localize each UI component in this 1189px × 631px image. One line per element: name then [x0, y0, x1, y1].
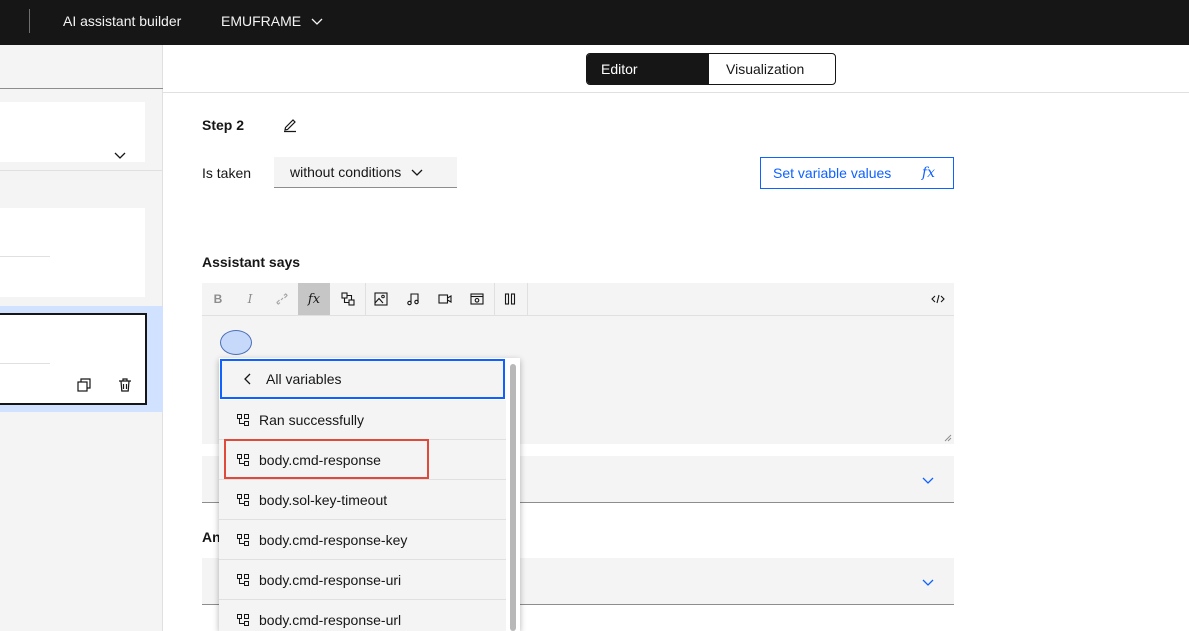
menu-item-label: body.cmd-response-uri — [259, 571, 402, 588]
workspace-switcher[interactable]: EMUFRAME — [221, 13, 323, 29]
insert-variable-button[interactable]: fx — [298, 283, 330, 315]
menu-header-label: All variables — [266, 371, 342, 387]
menu-item[interactable]: body.sol-key-timeout — [219, 480, 506, 520]
chevron-left-icon — [244, 373, 251, 385]
chevron-down-icon — [311, 18, 323, 25]
top-bar: AI assistant builder EMUFRAME — [0, 0, 1189, 45]
menu-item[interactable]: body.cmd-response-uri — [219, 560, 506, 600]
view-toggle: Editor Visualization — [586, 53, 836, 85]
video-icon — [438, 294, 452, 304]
chevron-down-icon[interactable] — [113, 148, 127, 162]
variable-icon — [237, 493, 249, 506]
panel-divider — [0, 88, 163, 89]
menu-scrollbar-thumb[interactable] — [510, 364, 516, 631]
variable-icon — [237, 573, 249, 586]
trash-icon[interactable] — [117, 377, 133, 393]
tab-visualization[interactable]: Visualization — [709, 54, 835, 84]
assistant-says-label: Assistant says — [202, 254, 301, 270]
app-title[interactable]: AI assistant builder — [63, 13, 181, 29]
menu-item-label: body.cmd-response-key — [259, 531, 408, 548]
variable-chip[interactable] — [220, 330, 252, 355]
insert-video-button[interactable] — [429, 283, 461, 315]
menu-item-label: body.cmd-response-url — [259, 611, 402, 628]
step-title: Step 2 — [202, 117, 245, 133]
code-icon — [931, 294, 945, 304]
menu-item-label: body.sol-key-timeout — [259, 491, 388, 508]
variable-icon — [237, 413, 249, 426]
editor-toolbar: B I fx — [202, 283, 954, 316]
variable-icon — [237, 453, 249, 466]
duplicate-icon[interactable] — [76, 377, 92, 393]
card-divider — [0, 256, 50, 257]
bold-icon: B — [213, 292, 223, 306]
card-divider — [0, 363, 50, 364]
section-label: An — [202, 529, 221, 545]
code-view-button[interactable] — [922, 283, 954, 315]
insert-audio-button[interactable] — [397, 283, 429, 315]
set-variable-label: Set variable values — [773, 165, 892, 181]
edit-icon[interactable] — [282, 117, 298, 133]
resize-handle-icon[interactable] — [944, 434, 952, 442]
pause-button[interactable] — [494, 283, 526, 315]
workspace-name: EMUFRAME — [221, 13, 302, 29]
steps-panel — [0, 45, 163, 631]
menu-item[interactable]: Ran successfully — [219, 400, 506, 440]
set-variable-values-button[interactable]: Set variable values fx — [760, 157, 954, 189]
variable-menu: All variables Ran successfully body.cmd-… — [219, 358, 520, 631]
condition-dropdown[interactable]: without conditions — [274, 157, 457, 188]
link-button[interactable] — [266, 283, 298, 315]
insert-iframe-button[interactable] — [461, 283, 493, 315]
menu-item-label: Ran successfully — [259, 411, 365, 428]
variable-icon — [237, 533, 249, 546]
image-icon — [374, 292, 388, 306]
all-variables-back-button[interactable]: All variables — [220, 359, 505, 399]
chevron-down-icon — [411, 169, 423, 176]
link-icon — [276, 293, 288, 305]
condition-value: without conditions — [290, 164, 402, 180]
iframe-icon — [470, 293, 484, 305]
step-card-collapsed[interactable] — [0, 102, 145, 162]
step-card-2-selected[interactable] — [0, 313, 147, 405]
step-card-1[interactable] — [0, 208, 145, 297]
menu-item[interactable]: body.cmd-response-url — [219, 600, 506, 631]
chevron-down-icon[interactable] — [922, 474, 934, 486]
bold-button[interactable]: B — [202, 283, 234, 315]
tab-editor[interactable]: Editor — [587, 54, 709, 84]
insert-image-button[interactable] — [365, 283, 397, 315]
data-connection-icon — [341, 292, 355, 306]
insert-option-button[interactable] — [332, 283, 364, 315]
italic-icon: I — [247, 292, 253, 306]
function-icon: fx — [307, 291, 321, 307]
topbar-divider — [29, 9, 30, 33]
variable-icon — [237, 613, 249, 626]
pause-icon — [504, 293, 516, 305]
is-taken-label: Is taken — [202, 165, 252, 181]
menu-item-label: body.cmd-response — [259, 451, 381, 468]
panel-separator — [0, 170, 163, 171]
italic-button[interactable]: I — [234, 283, 266, 315]
header-divider — [163, 92, 1189, 93]
function-icon: fx — [921, 165, 935, 181]
menu-item[interactable]: body.cmd-response-key — [219, 520, 506, 560]
music-icon — [407, 293, 419, 306]
chevron-down-icon[interactable] — [922, 576, 934, 588]
toolbar-separator — [527, 283, 528, 315]
menu-item-highlighted[interactable]: body.cmd-response — [219, 440, 506, 480]
